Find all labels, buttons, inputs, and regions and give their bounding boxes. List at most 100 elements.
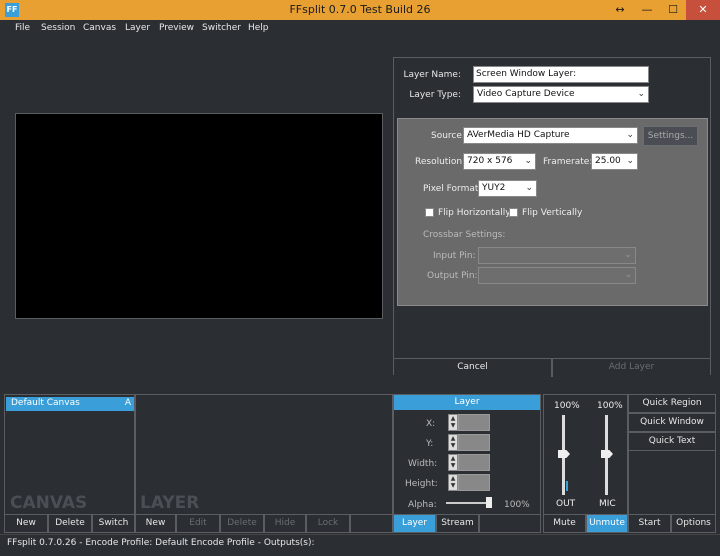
layer-type-value: Video Capture Device [477, 89, 575, 99]
mute-button[interactable]: Mute [543, 514, 586, 533]
tab-spacer [479, 514, 541, 533]
alpha-label: Alpha: [408, 500, 437, 510]
status-text: FFsplit 0.7.0.26 - Encode Profile: Defau… [7, 538, 315, 548]
mic-slider-thumb[interactable] [601, 450, 613, 458]
close-button[interactable]: ✕ [686, 0, 720, 20]
audio-mixer-panel: 100% 100% OUT MIC [543, 394, 628, 515]
layer-config-panel: Layer Name: Screen Window Layer: Layer T… [393, 57, 711, 377]
menu-switcher[interactable]: Switcher [202, 23, 241, 33]
layer-delete-button[interactable]: Delete [220, 514, 264, 533]
canvas-switch-button[interactable]: Switch [92, 514, 135, 533]
mic-label: MIC [599, 499, 616, 509]
height-spinner[interactable]: ▲ ▼ [448, 474, 458, 491]
settings-button[interactable]: Settings... [643, 126, 698, 146]
unmute-button[interactable]: Unmute [586, 514, 628, 533]
tab-layer[interactable]: Layer [393, 514, 436, 533]
pixel-format-label: Pixel Format: [423, 184, 482, 194]
layer-properties-panel: Layer X: ▲ ▼ Y: ▲ ▼ Width: ▲ ▼ Height: ▲ ▼ A… [393, 394, 541, 515]
layer-buttons-spacer [350, 514, 393, 533]
alpha-slider-thumb[interactable] [486, 497, 492, 508]
status-bar: FFsplit 0.7.0.26 - Encode Profile: Defau… [0, 534, 720, 556]
output-pin-select[interactable]: ⌄ [478, 267, 636, 284]
flip-vertical-checkbox[interactable] [509, 208, 518, 217]
source-select[interactable]: AVerMedia HD Capture ⌄ [463, 127, 638, 144]
x-spinner[interactable]: ▲ ▼ [448, 414, 458, 431]
canvas-active-badge: A [124, 398, 131, 408]
pixel-format-select[interactable]: YUY2 ⌄ [478, 180, 537, 197]
maximize-button[interactable]: ☐ [660, 0, 686, 20]
menu-canvas[interactable]: Canvas [83, 23, 116, 33]
canvas-list-item[interactable]: Default Canvas A [6, 397, 134, 411]
add-layer-button[interactable]: Add Layer [552, 358, 710, 377]
chevron-down-icon: ⌄ [525, 183, 533, 193]
output-pin-label: Output Pin: [427, 271, 478, 281]
out-slider-thumb[interactable] [558, 450, 570, 458]
menu-file[interactable]: File [15, 23, 30, 33]
height-label: Height: [405, 479, 438, 489]
pixel-format-value: YUY2 [482, 183, 506, 193]
layer-type-label: Layer Type: [409, 90, 461, 100]
layer-hide-button[interactable]: Hide [264, 514, 306, 533]
layer-new-button[interactable]: New [135, 514, 176, 533]
layer-type-select[interactable]: Video Capture Device ⌄ [473, 86, 649, 103]
title-bar: FF FFsplit 0.7.0 Test Build 26 ↔ — ☐ ✕ [0, 0, 720, 20]
layer-edit-button[interactable]: Edit [176, 514, 220, 533]
width-label: Width: [408, 459, 438, 469]
out-level-meter [566, 481, 568, 491]
layer-name-label: Layer Name: [403, 70, 461, 80]
chevron-down-icon: ⌄ [626, 156, 634, 166]
cancel-button[interactable]: Cancel [394, 358, 552, 377]
source-label: Source: [431, 131, 465, 141]
width-field[interactable] [458, 454, 490, 471]
crossbar-settings-label: Crossbar Settings: [423, 230, 506, 240]
canvas-new-button[interactable]: New [4, 514, 48, 533]
alpha-value: 100% [504, 500, 530, 510]
quick-region-button[interactable]: Quick Region [628, 394, 716, 413]
input-pin-select[interactable]: ⌄ [478, 247, 636, 264]
resolution-value: 720 x 576 [467, 156, 513, 166]
resolution-select[interactable]: 720 x 576 ⌄ [463, 153, 536, 170]
layer-properties-header: Layer [394, 395, 540, 410]
input-pin-label: Input Pin: [433, 251, 476, 261]
resolution-label: Resolution: [415, 157, 466, 167]
y-spinner[interactable]: ▲ ▼ [448, 434, 458, 451]
chevron-down-icon: ⌄ [624, 270, 632, 280]
menu-bar: File Session Canvas Layer Preview Switch… [0, 20, 720, 38]
canvas-list: Default Canvas A CANVAS [4, 394, 135, 515]
framerate-value: 25.00 [595, 156, 621, 166]
out-label: OUT [556, 499, 576, 509]
chevron-down-icon: ⌄ [637, 89, 645, 99]
y-field[interactable] [458, 434, 490, 451]
x-field[interactable] [458, 414, 490, 431]
layer-name-field[interactable]: Screen Window Layer: [473, 66, 649, 83]
height-field[interactable] [458, 474, 490, 491]
menu-session[interactable]: Session [41, 23, 75, 33]
layer-lock-button[interactable]: Lock [306, 514, 350, 533]
menu-preview[interactable]: Preview [159, 23, 194, 33]
quick-text-button[interactable]: Quick Text [628, 432, 716, 451]
y-label: Y: [426, 439, 434, 449]
canvas-delete-button[interactable]: Delete [48, 514, 92, 533]
chevron-down-icon: ⌄ [624, 250, 632, 260]
resize-icon: ↔ [615, 3, 625, 16]
tab-stream[interactable]: Stream [436, 514, 479, 533]
minimize-button[interactable]: — [634, 0, 660, 20]
canvas-watermark: CANVAS [10, 493, 88, 513]
flip-vertical-label: Flip Vertically [522, 208, 583, 218]
out-volume-percent: 100% [554, 401, 580, 411]
menu-help[interactable]: Help [248, 23, 269, 33]
quick-window-button[interactable]: Quick Window [628, 413, 716, 432]
width-spinner[interactable]: ▲ ▼ [448, 454, 458, 471]
start-button[interactable]: Start [628, 514, 671, 533]
framerate-select[interactable]: 25.00 ⌄ [591, 153, 638, 170]
canvas-item-label: Default Canvas [11, 398, 80, 408]
preview-canvas[interactable] [15, 113, 383, 319]
flip-horizontal-checkbox[interactable] [425, 208, 434, 217]
x-label: X: [426, 419, 436, 429]
chevron-down-icon: ⌄ [626, 130, 634, 140]
menu-layer[interactable]: Layer [125, 23, 150, 33]
chevron-down-icon: ⌄ [524, 156, 532, 166]
mic-volume-percent: 100% [597, 401, 623, 411]
layer-watermark: LAYER [140, 493, 200, 513]
options-button[interactable]: Options [671, 514, 716, 533]
